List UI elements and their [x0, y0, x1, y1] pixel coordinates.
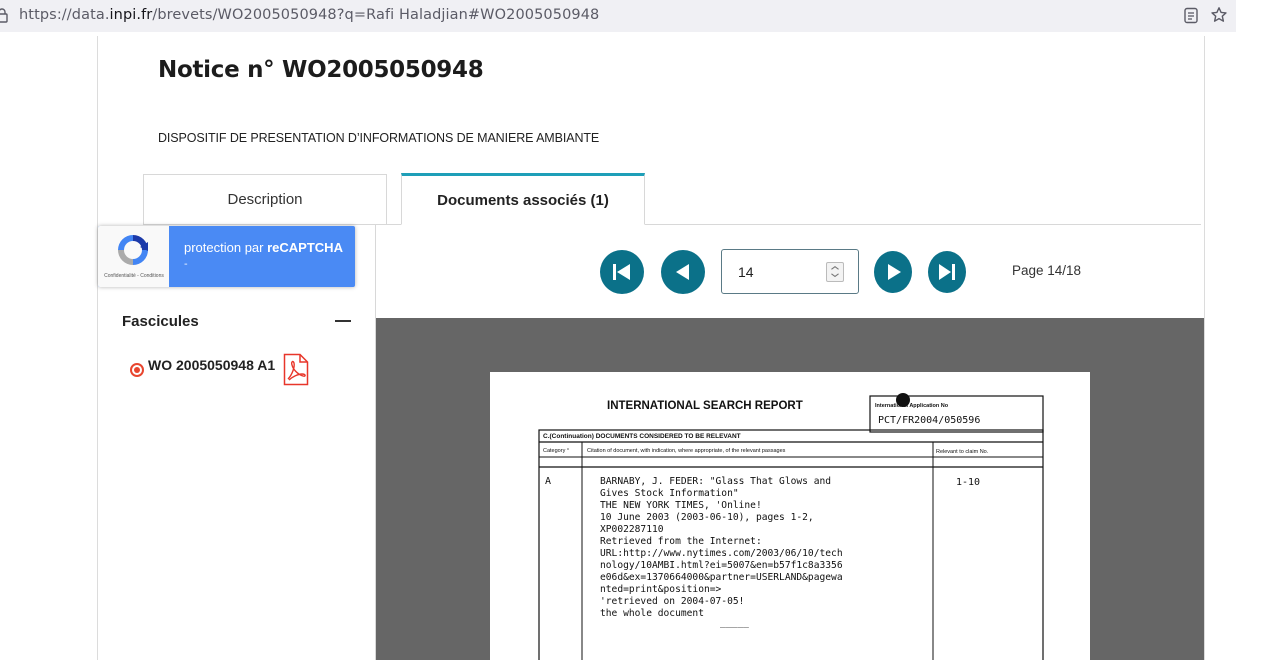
doc-col-citation: Citation of document, with indication, w…: [587, 448, 786, 454]
address-bar[interactable]: https://data.inpi.fr/brevets/WO200505094…: [0, 0, 1236, 32]
doc-section-title: C.(Continuation) DOCUMENTS CONSIDERED TO…: [543, 433, 741, 440]
url-text[interactable]: https://data.inpi.fr/brevets/WO200505094…: [19, 7, 599, 23]
next-page-button[interactable]: [874, 251, 912, 293]
doc-header: INTERNATIONAL SEARCH REPORT: [607, 400, 803, 412]
doc-app-no-label: International Application No: [875, 403, 949, 409]
last-page-button[interactable]: [928, 251, 966, 293]
recaptcha-badge[interactable]: Confidentialité - Conditions protection …: [98, 226, 355, 287]
document-page: INTERNATIONAL SEARCH REPORT Internationa…: [490, 372, 1090, 660]
recaptcha-text-prefix: protection par: [184, 240, 268, 255]
bookmark-star-icon[interactable]: [1210, 6, 1228, 24]
citation-line: 10 June 2003 (2003-06-10), pages 1-2,: [600, 512, 814, 523]
reader-view-icon[interactable]: [1183, 7, 1199, 24]
recaptcha-legal-links[interactable]: Confidentialité - Conditions: [102, 273, 166, 279]
doc-app-no: PCT/FR2004/050596: [878, 415, 980, 426]
tab-associated-documents[interactable]: Documents associés (1): [401, 173, 645, 225]
skip-first-icon: [613, 264, 630, 280]
citation-line: URL:http://www.nytimes.com/2003/06/10/te…: [600, 548, 843, 559]
pdf-icon[interactable]: [283, 353, 309, 386]
citation-line: Retrieved from the Internet:: [600, 536, 762, 547]
recaptcha-icon: [118, 235, 148, 265]
skip-last-icon: [939, 264, 955, 280]
citation-line: 'retrieved on 2004-07-05!: [600, 596, 744, 607]
page-frame-right-border: [1204, 36, 1205, 660]
fascicules-heading: Fascicules: [122, 313, 199, 330]
lock-icon[interactable]: [0, 8, 8, 23]
citation-line: XP002287110: [600, 524, 664, 535]
document-scan: INTERNATIONAL SEARCH REPORT Internationa…: [538, 393, 1044, 660]
page-frame-left-border: [97, 36, 98, 660]
citation-line: Gives Stock Information": [600, 488, 739, 499]
doc-citation: BARNABY, J. FEDER: "Glass That Glows and…: [600, 476, 843, 628]
url-prefix: https://data.: [19, 7, 110, 23]
page-indicator: Page 14/18: [1012, 263, 1082, 278]
url-path: /brevets/WO2005050948?q=Rafi Haladjian#W…: [152, 7, 600, 23]
recaptcha-logo-area: Confidentialité - Conditions: [98, 226, 169, 287]
spinner-arrows-icon[interactable]: [827, 263, 843, 281]
previous-page-button[interactable]: [661, 250, 705, 294]
collapse-minus-icon[interactable]: [335, 320, 351, 322]
citation-underline: _____: [720, 617, 749, 628]
doc-col-category: Category °: [543, 448, 569, 454]
page-title: Notice n° WO2005050948: [158, 57, 484, 83]
fascicule-item-label[interactable]: WO 2005050948 A1: [148, 357, 275, 373]
tab-description[interactable]: Description: [143, 174, 387, 225]
doc-col-relevant: Relevant to claim No.: [936, 449, 989, 455]
doc-row-category: A: [545, 476, 551, 487]
recaptcha-brand: reCAPTCHA: [267, 240, 343, 255]
previous-icon: [676, 264, 689, 280]
first-page-button[interactable]: [600, 250, 644, 294]
document-viewer[interactable]: INTERNATIONAL SEARCH REPORT Internationa…: [376, 318, 1204, 660]
citation-line: nted=print&position=>: [600, 584, 722, 595]
citation-line: BARNABY, J. FEDER: "Glass That Glows and: [600, 476, 831, 487]
url-domain: inpi.fr: [109, 7, 153, 23]
doc-row-relevant: 1-10: [956, 477, 980, 488]
page-spinner[interactable]: [826, 262, 844, 282]
page-number-input[interactable]: 14: [721, 249, 859, 294]
recaptcha-text: protection par reCAPTCHA: [184, 240, 343, 255]
citation-line: the whole document: [600, 608, 704, 619]
citation-line: e06d&ex=1370664000&partner=USERLAND&page…: [600, 572, 843, 583]
citation-line: THE NEW YORK TIMES, 'Online!: [600, 500, 762, 511]
radio-selected-icon[interactable]: [130, 363, 144, 377]
next-icon: [888, 264, 901, 280]
recaptcha-dot: -: [184, 259, 188, 270]
page-subtitle: DISPOSITIF DE PRESENTATION D’INFORMATION…: [158, 131, 600, 145]
citation-line: nology/10AMBI.html?ei=5007&en=b57f1c8a33…: [600, 560, 843, 571]
page-number-value[interactable]: 14: [738, 264, 754, 280]
